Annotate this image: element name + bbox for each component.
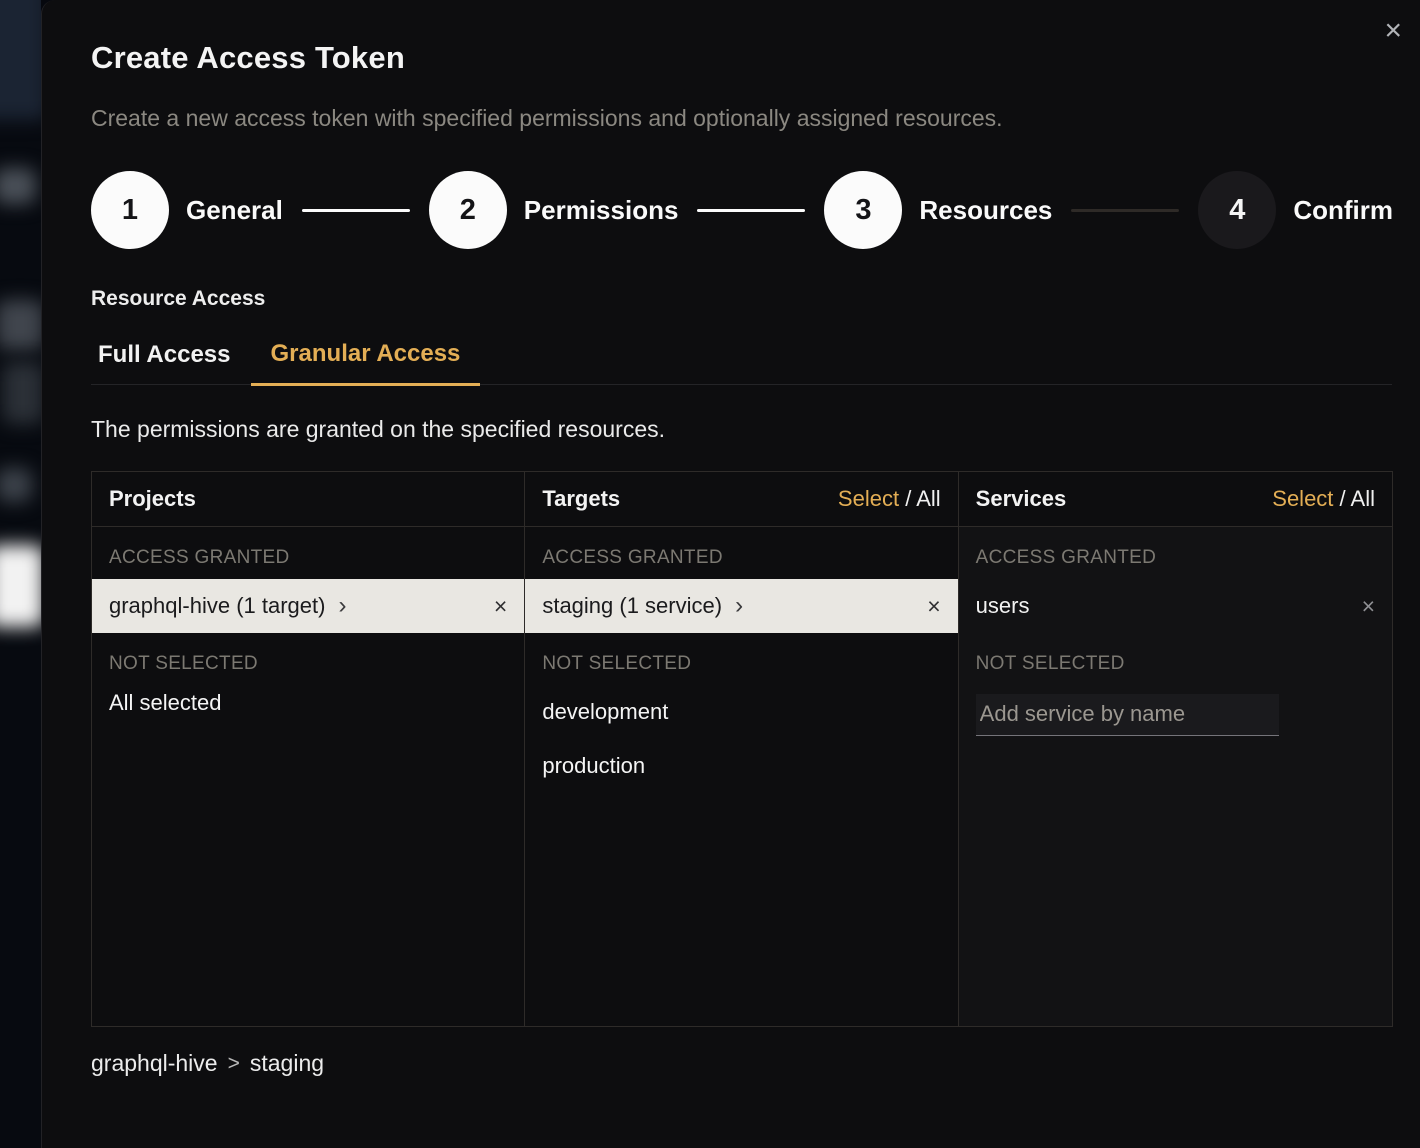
step-number-circle: 2 [429, 171, 507, 249]
step-number-circle: 1 [91, 171, 169, 249]
targets-all-link[interactable]: All [916, 486, 940, 511]
services-all-link[interactable]: All [1351, 486, 1375, 511]
step-connector [302, 209, 410, 212]
targets-column-body: ACCESS GRANTED staging (1 service) › × N… [525, 527, 957, 1026]
services-column: Services Select / All ACCESS GRANTED use… [959, 472, 1392, 1026]
backdrop-blur-blob [0, 0, 41, 120]
step-general[interactable]: 1 General [91, 171, 283, 249]
targets-column-header: Targets Select / All [525, 472, 957, 527]
targets-column: Targets Select / All ACCESS GRANTED stag… [525, 472, 958, 1026]
wizard-stepper: 1 General 2 Permissions 3 Resources 4 Co… [91, 171, 1393, 249]
select-all-separator: / [899, 486, 916, 511]
step-number-circle: 3 [824, 171, 902, 249]
resource-access-heading: Resource Access [91, 287, 1392, 311]
create-access-token-dialog: × Create Access Token Create a new acces… [41, 0, 1420, 1148]
services-select-link[interactable]: Select [1272, 486, 1333, 511]
resource-picker: Projects ACCESS GRANTED graphql-hive (1 … [91, 471, 1393, 1027]
breadcrumb-project: graphql-hive [91, 1050, 218, 1077]
select-all-separator: / [1333, 486, 1350, 511]
breadcrumb: graphql-hive > staging [91, 1050, 1392, 1077]
chevron-right-icon[interactable]: › [735, 595, 743, 617]
access-mode-tabs: Full Access Granular Access [91, 340, 1392, 385]
not-selected-label: NOT SELECTED [959, 633, 1392, 685]
granted-target-row[interactable]: staging (1 service) › × [525, 579, 957, 633]
column-title: Services [976, 486, 1067, 512]
remove-icon[interactable]: × [494, 593, 507, 620]
backdrop-blur-blob [0, 468, 32, 502]
access-granted-label: ACCESS GRANTED [92, 527, 524, 579]
backdrop-blur-blob [0, 545, 41, 627]
tab-full-access[interactable]: Full Access [91, 340, 251, 384]
step-connector [697, 209, 805, 212]
column-title: Projects [109, 486, 196, 512]
step-permissions[interactable]: 2 Permissions [429, 171, 679, 249]
dialog-description: Create a new access token with specified… [91, 105, 1392, 132]
chevron-right-icon[interactable]: › [338, 595, 346, 617]
projects-column: Projects ACCESS GRANTED graphql-hive (1 … [92, 472, 525, 1026]
step-number-circle: 4 [1198, 171, 1276, 249]
services-select-all: Select / All [1272, 486, 1375, 512]
access-granted-label: ACCESS GRANTED [525, 527, 957, 579]
backdrop-blur-blob [0, 300, 41, 350]
breadcrumb-separator: > [228, 1052, 240, 1076]
column-title: Targets [542, 486, 620, 512]
backdrop-blur-blob [2, 362, 41, 424]
granted-target-name: staging (1 service) [542, 593, 722, 619]
remove-icon[interactable]: × [927, 593, 940, 620]
targets-select-link[interactable]: Select [838, 486, 899, 511]
target-option-development[interactable]: development [525, 685, 957, 739]
step-confirm[interactable]: 4 Confirm [1198, 171, 1393, 249]
add-service-input[interactable] [976, 694, 1279, 736]
remove-icon[interactable]: × [1362, 593, 1375, 620]
breadcrumb-target: staging [250, 1050, 324, 1077]
step-label: Resources [919, 195, 1052, 226]
granted-project-name: graphql-hive (1 target) [109, 593, 325, 619]
granted-service-name: users [976, 593, 1030, 619]
target-option-production[interactable]: production [525, 739, 957, 793]
projects-column-header: Projects [92, 472, 524, 527]
step-connector [1071, 209, 1179, 212]
services-column-body: ACCESS GRANTED users × NOT SELECTED [959, 527, 1392, 1026]
step-label: Confirm [1293, 195, 1393, 226]
tab-granular-access[interactable]: Granular Access [251, 340, 481, 386]
not-selected-label: NOT SELECTED [525, 633, 957, 685]
step-label: General [186, 195, 283, 226]
granted-service-row[interactable]: users × [959, 579, 1392, 633]
granted-project-row[interactable]: graphql-hive (1 target) › × [92, 579, 524, 633]
granular-access-hint: The permissions are granted on the speci… [91, 416, 1392, 443]
close-icon[interactable]: × [1380, 12, 1406, 50]
page-backdrop [0, 0, 41, 1148]
step-label: Permissions [524, 195, 679, 226]
projects-all-selected-text: All selected [92, 685, 524, 721]
services-column-header: Services Select / All [959, 472, 1392, 527]
backdrop-blur-blob [0, 168, 36, 204]
access-granted-label: ACCESS GRANTED [959, 527, 1392, 579]
projects-column-body: ACCESS GRANTED graphql-hive (1 target) ›… [92, 527, 524, 1026]
targets-select-all: Select / All [838, 486, 941, 512]
not-selected-label: NOT SELECTED [92, 633, 524, 685]
step-resources[interactable]: 3 Resources [824, 171, 1052, 249]
dialog-title: Create Access Token [91, 40, 1392, 76]
